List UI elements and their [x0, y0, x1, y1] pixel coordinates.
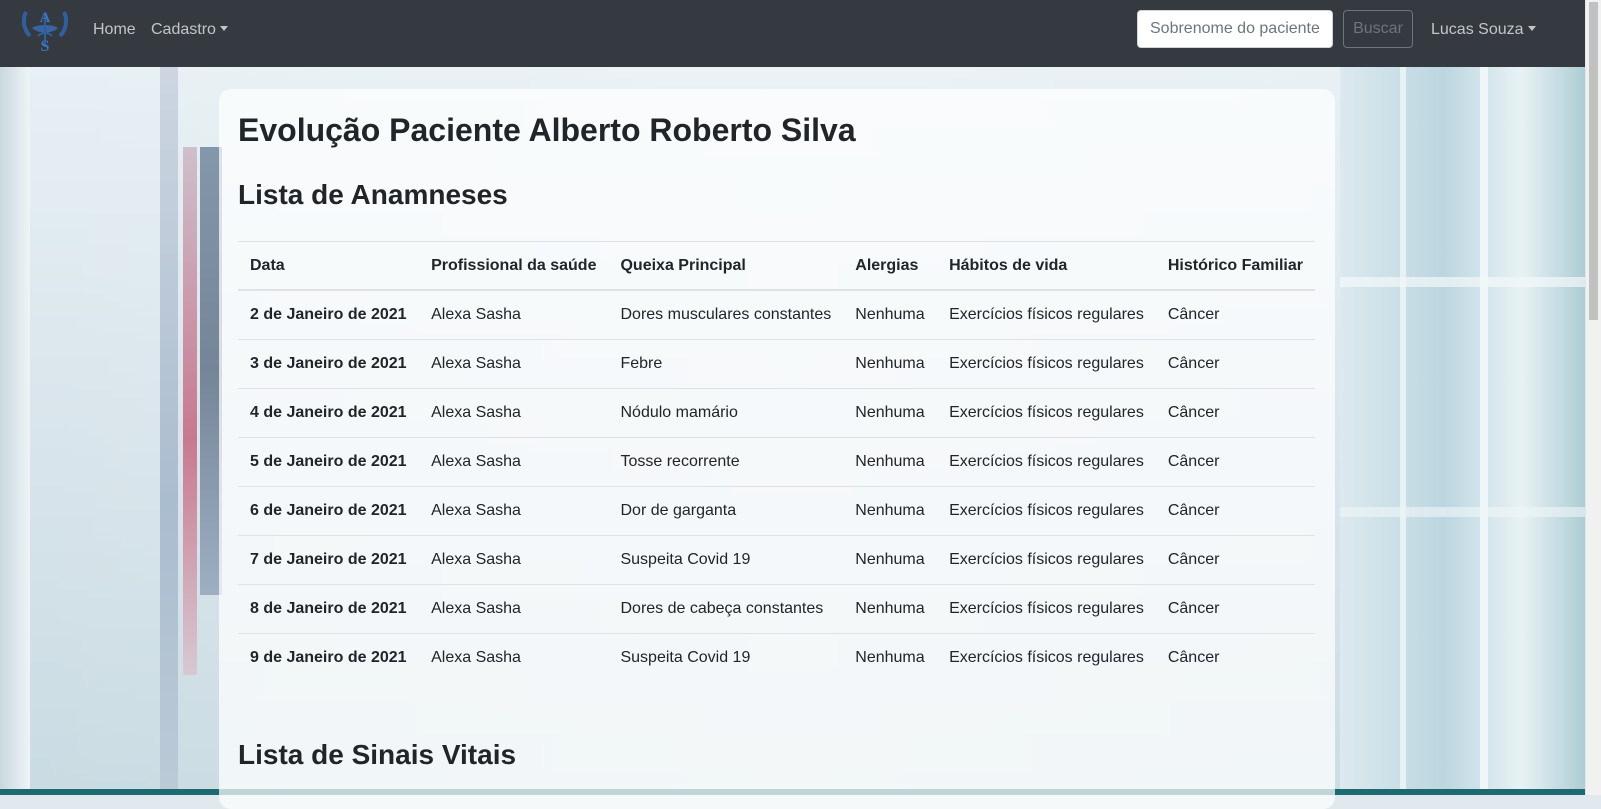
cell-habits: Exercícios físicos regulares: [937, 633, 1156, 682]
cell-date: 6 de Janeiro de 2021: [238, 486, 420, 536]
cell-complaint: Dor de garganta: [608, 486, 844, 536]
cell-habits: Exercícios físicos regulares: [937, 289, 1156, 340]
cell-family-history: Câncer: [1155, 633, 1315, 682]
cell-professional: Alexa Sasha: [419, 584, 609, 634]
cell-professional: Alexa Sasha: [419, 289, 609, 340]
user-name-label: Lucas Souza: [1431, 21, 1524, 38]
cell-habits: Exercícios físicos regulares: [937, 584, 1156, 634]
cell-date: 4 de Janeiro de 2021: [238, 388, 420, 438]
table-row: 2 de Janeiro de 2021 Alexa Sasha Dores m…: [238, 289, 1315, 340]
cell-date: 5 de Janeiro de 2021: [238, 437, 420, 487]
cell-complaint: Nódulo mamário: [608, 388, 844, 438]
cell-date: 8 de Janeiro de 2021: [238, 584, 420, 634]
cell-allergies: Nenhuma: [843, 535, 938, 585]
header-queixa: Queixa Principal: [608, 241, 844, 291]
table-row: 7 de Janeiro de 2021 Alexa Sasha Suspeit…: [238, 535, 1315, 585]
cell-complaint: Dores musculares constantes: [608, 289, 844, 340]
header-profissional: Profissional da saúde: [419, 241, 609, 291]
cell-date: 9 de Janeiro de 2021: [238, 633, 420, 682]
patient-evolution-card: Evolução Paciente Alberto Roberto Silva …: [219, 89, 1335, 809]
cell-habits: Exercícios físicos regulares: [937, 535, 1156, 585]
anamneses-table: Data Profissional da saúde Queixa Princi…: [238, 241, 1315, 682]
logo-letter-s: S: [41, 38, 50, 52]
table-row: 6 de Janeiro de 2021 Alexa Sasha Dor de …: [238, 486, 1315, 536]
table-row: 4 de Janeiro de 2021 Alexa Sasha Nódulo …: [238, 388, 1315, 438]
table-row: 9 de Janeiro de 2021 Alexa Sasha Suspeit…: [238, 633, 1315, 682]
cell-date: 2 de Janeiro de 2021: [238, 289, 420, 340]
cell-allergies: Nenhuma: [843, 437, 938, 487]
brand-logo[interactable]: A S: [20, 6, 70, 55]
cell-professional: Alexa Sasha: [419, 535, 609, 585]
cell-family-history: Câncer: [1155, 486, 1315, 536]
table-row: 3 de Janeiro de 2021 Alexa Sasha Febre N…: [238, 339, 1315, 389]
cell-professional: Alexa Sasha: [419, 486, 609, 536]
user-menu-dropdown[interactable]: Lucas Souza: [1431, 18, 1536, 42]
cell-habits: Exercícios físicos regulares: [937, 486, 1156, 536]
cell-allergies: Nenhuma: [843, 388, 938, 438]
cell-complaint: Tosse recorrente: [608, 437, 844, 487]
table-row: 8 de Janeiro de 2021 Alexa Sasha Dores d…: [238, 584, 1315, 634]
cell-complaint: Suspeita Covid 19: [608, 535, 844, 585]
chevron-down-icon: [219, 26, 228, 31]
cell-family-history: Câncer: [1155, 437, 1315, 487]
page-title: Evolução Paciente Alberto Roberto Silva: [238, 112, 856, 148]
header-data: Data: [238, 241, 420, 291]
search-button[interactable]: Buscar: [1343, 10, 1413, 48]
header-historico: Histórico Familiar: [1155, 241, 1315, 291]
cell-complaint: Dores de cabeça constantes: [608, 584, 844, 634]
cell-allergies: Nenhuma: [843, 289, 938, 340]
cell-family-history: Câncer: [1155, 339, 1315, 389]
chevron-down-icon: [1527, 26, 1536, 31]
caduceus-logo-icon: A S: [21, 10, 69, 55]
cell-family-history: Câncer: [1155, 535, 1315, 585]
cell-date: 7 de Janeiro de 2021: [238, 535, 420, 585]
cell-complaint: Suspeita Covid 19: [608, 633, 844, 682]
header-alergias: Alergias: [843, 241, 938, 291]
table-header-row: Data Profissional da saúde Queixa Princi…: [238, 241, 1315, 291]
cell-family-history: Câncer: [1155, 289, 1315, 340]
cell-allergies: Nenhuma: [843, 633, 938, 682]
vertical-scrollbar[interactable]: [1585, 0, 1601, 795]
cell-professional: Alexa Sasha: [419, 633, 609, 682]
nav-cadastro-dropdown[interactable]: Cadastro: [151, 18, 228, 42]
cell-habits: Exercícios físicos regulares: [937, 388, 1156, 438]
cell-allergies: Nenhuma: [843, 584, 938, 634]
cell-family-history: Câncer: [1155, 584, 1315, 634]
vitals-heading: Lista de Sinais Vitais: [238, 739, 517, 770]
patient-search-input[interactable]: [1137, 10, 1333, 48]
top-navbar: A S Home Cadastro Buscar Lucas Souza: [0, 0, 1585, 67]
logo-letter-a: A: [40, 10, 51, 26]
scrollbar-thumb[interactable]: [1589, 2, 1598, 320]
cell-allergies: Nenhuma: [843, 486, 938, 536]
cell-habits: Exercícios físicos regulares: [937, 339, 1156, 389]
cell-professional: Alexa Sasha: [419, 437, 609, 487]
anamneses-heading: Lista de Anamneses: [238, 179, 508, 210]
nav-cadastro-label: Cadastro: [151, 21, 216, 38]
cell-professional: Alexa Sasha: [419, 388, 609, 438]
cell-professional: Alexa Sasha: [419, 339, 609, 389]
header-habitos: Hábitos de vida: [937, 241, 1156, 291]
cell-habits: Exercícios físicos regulares: [937, 437, 1156, 487]
nav-home-link[interactable]: Home: [93, 18, 136, 42]
cell-date: 3 de Janeiro de 2021: [238, 339, 420, 389]
table-row: 5 de Janeiro de 2021 Alexa Sasha Tosse r…: [238, 437, 1315, 487]
cell-complaint: Febre: [608, 339, 844, 389]
cell-family-history: Câncer: [1155, 388, 1315, 438]
cell-allergies: Nenhuma: [843, 339, 938, 389]
